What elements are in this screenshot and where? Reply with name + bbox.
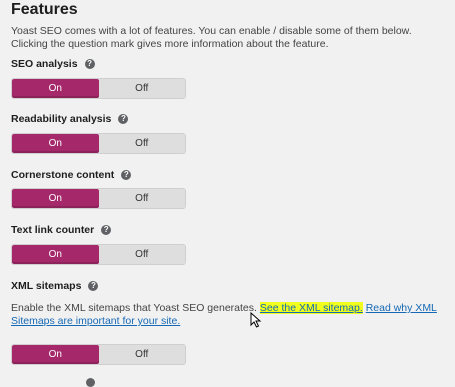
help-icon[interactable]: ? [118,114,129,124]
toggle-off-option[interactable]: Off [98,134,185,153]
toggle-on-option[interactable]: On [12,345,99,364]
xml-sitemaps-description: Enable the XML sitemaps that Yoast SEO g… [11,302,441,328]
feature-label-cornerstone-content: Cornerstone content ? [11,168,132,182]
feature-label-text: Cornerstone content [11,169,115,181]
toggle-off-option[interactable]: Off [98,245,185,264]
see-xml-sitemap-link[interactable]: See the XML sitemap. [259,302,363,314]
toggle-off-option[interactable]: Off [98,345,185,364]
help-icon[interactable]: ? [101,225,112,235]
toggle-off-option[interactable]: Off [98,189,185,208]
toggle-on-option[interactable]: On [12,189,99,208]
readability-analysis-toggle[interactable]: On Off [12,134,185,153]
toggle-off-option[interactable]: Off [98,79,185,98]
feature-label-text-link-counter: Text link counter ? [11,223,112,237]
cornerstone-content-toggle[interactable]: On Off [12,189,185,208]
feature-label-text: Text link counter [11,224,95,236]
help-icon[interactable]: ? [88,281,99,291]
feature-label-seo-analysis: SEO analysis ? [11,57,95,71]
xml-sitemaps-toggle[interactable]: On Off [12,345,185,364]
feature-label-readability-analysis: Readability analysis ? [11,112,129,126]
help-icon[interactable]: ? [84,59,95,69]
seo-analysis-toggle[interactable]: On Off [12,79,185,98]
feature-label-xml-sitemaps: XML sitemaps ? [11,279,99,293]
text-link-counter-toggle[interactable]: On Off [12,245,185,264]
features-intro: Yoast SEO comes with a lot of features. … [11,25,412,50]
help-icon[interactable]: ? [121,170,132,180]
toggle-on-option[interactable]: On [12,134,99,153]
feature-label-text: Readability analysis [11,113,112,125]
xml-desc-text: Enable the XML sitemaps that Yoast SEO g… [11,302,257,314]
feature-label-text: XML sitemaps [11,280,82,292]
feature-label-text: SEO analysis [11,58,78,70]
mouse-cursor-icon [250,312,262,328]
toggle-on-option[interactable]: On [12,245,99,264]
page-title: Features [11,1,78,18]
toggle-on-option[interactable]: On [12,79,99,98]
